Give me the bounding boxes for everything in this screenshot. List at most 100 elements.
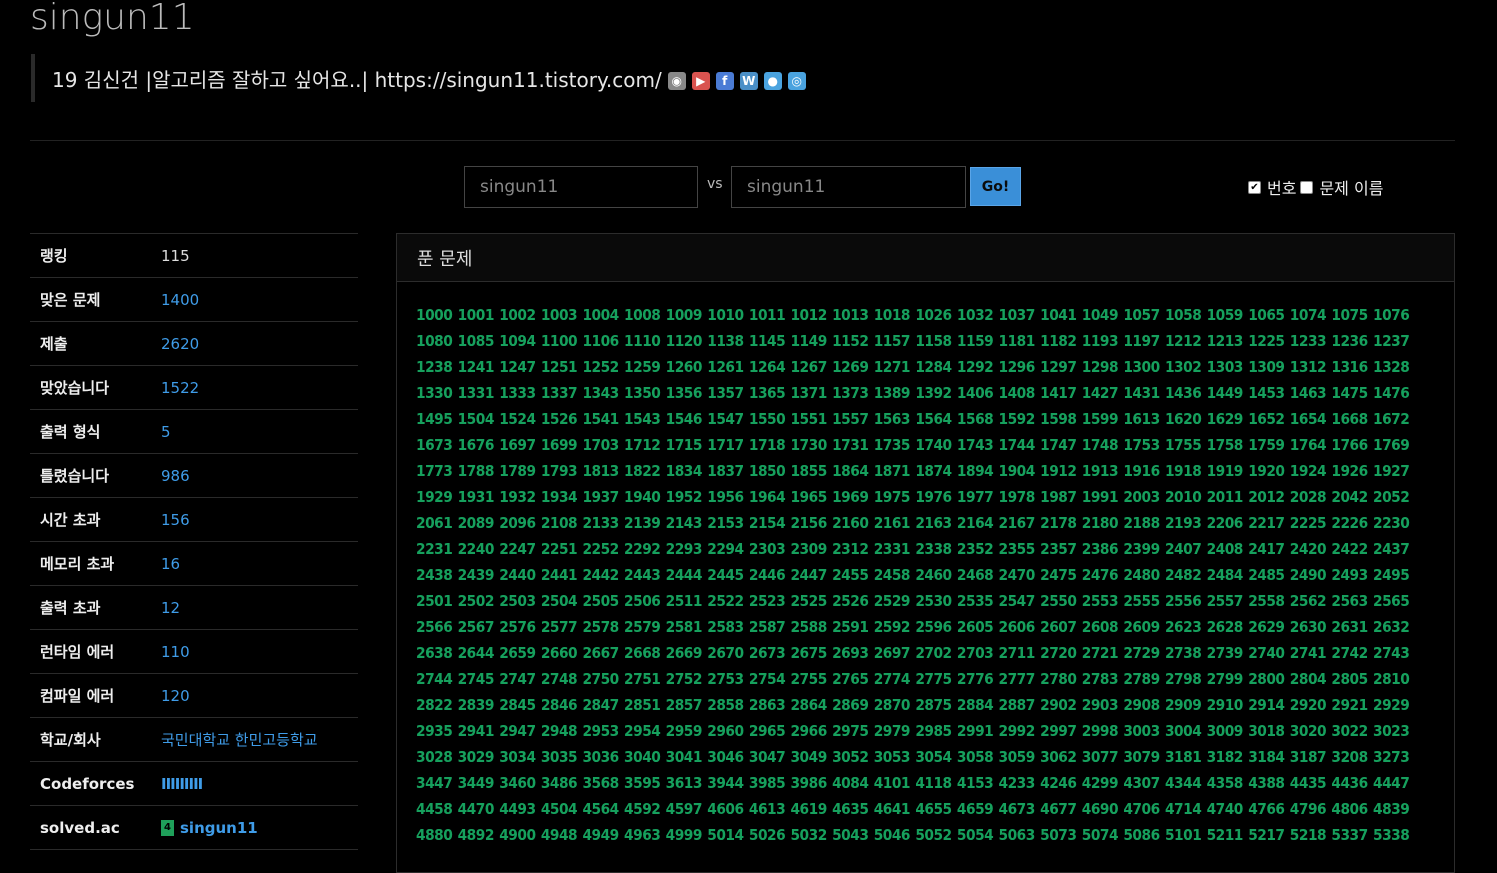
problem-link[interactable]: 2992 — [999, 722, 1036, 740]
problem-link[interactable]: 2910 — [1207, 696, 1244, 714]
problem-link[interactable]: 1284 — [915, 358, 952, 376]
problem-link[interactable]: 2530 — [915, 592, 952, 610]
problem-link[interactable]: 2583 — [707, 618, 744, 636]
problem-link[interactable]: 1110 — [624, 332, 661, 350]
problem-link[interactable]: 2438 — [416, 566, 453, 584]
problem-link[interactable]: 3182 — [1207, 748, 1244, 766]
problem-link[interactable]: 1259 — [624, 358, 661, 376]
problem-link[interactable]: 3985 — [749, 774, 786, 792]
problem-link[interactable]: 2226 — [1331, 514, 1368, 532]
problem-link[interactable]: 2535 — [957, 592, 994, 610]
problem-link[interactable]: 1309 — [1248, 358, 1285, 376]
problem-link[interactable]: 2997 — [1040, 722, 1077, 740]
problem-link[interactable]: 5014 — [707, 826, 744, 844]
problem-link[interactable]: 2745 — [458, 670, 495, 688]
problem-link[interactable]: 3486 — [541, 774, 578, 792]
problem-link[interactable]: 2502 — [458, 592, 495, 610]
problem-link[interactable]: 4118 — [915, 774, 952, 792]
problem-link[interactable]: 2163 — [915, 514, 952, 532]
problem-link[interactable]: 2439 — [458, 566, 495, 584]
problem-link[interactable]: 2991 — [957, 722, 994, 740]
problem-link[interactable]: 2576 — [499, 618, 536, 636]
problem-link[interactable]: 2550 — [1040, 592, 1077, 610]
problem-link[interactable]: 3003 — [1123, 722, 1160, 740]
problem-link[interactable]: 2975 — [832, 722, 869, 740]
problem-link[interactable]: 1261 — [707, 358, 744, 376]
problem-link[interactable]: 4740 — [1207, 800, 1244, 818]
problem-link[interactable]: 1919 — [1207, 462, 1244, 480]
problem-link[interactable]: 1453 — [1248, 384, 1285, 402]
problem-link[interactable]: 1213 — [1207, 332, 1244, 350]
problem-link[interactable]: 1931 — [458, 488, 495, 506]
problem-link[interactable]: 4436 — [1331, 774, 1368, 792]
problem-link[interactable]: 1748 — [1082, 436, 1119, 454]
problem-link[interactable]: 1526 — [541, 410, 578, 428]
problem-link[interactable]: 1874 — [915, 462, 952, 480]
problem-link[interactable]: 2748 — [541, 670, 578, 688]
problem-link[interactable]: 2003 — [1123, 488, 1160, 506]
problem-link[interactable]: 2857 — [666, 696, 703, 714]
problem-link[interactable]: 4839 — [1373, 800, 1410, 818]
problem-link[interactable]: 2408 — [1207, 540, 1244, 558]
problem-link[interactable]: 1267 — [790, 358, 827, 376]
problem-link[interactable]: 1758 — [1207, 436, 1244, 454]
problem-link[interactable]: 1475 — [1331, 384, 1368, 402]
problem-link[interactable]: 2096 — [499, 514, 536, 532]
youtube-icon[interactable]: ▶ — [691, 72, 710, 90]
problem-link[interactable]: 2909 — [1165, 696, 1202, 714]
problem-link[interactable]: 1546 — [666, 410, 703, 428]
problem-link[interactable]: 1094 — [499, 332, 536, 350]
problem-link[interactable]: 2422 — [1331, 540, 1368, 558]
problem-link[interactable]: 2558 — [1248, 592, 1285, 610]
problem-link[interactable]: 2164 — [957, 514, 994, 532]
problem-link[interactable]: 1557 — [832, 410, 869, 428]
problem-link[interactable]: 2294 — [707, 540, 744, 558]
problem-link[interactable]: 1041 — [1040, 306, 1077, 324]
problem-link[interactable]: 5101 — [1165, 826, 1202, 844]
problem-link[interactable]: 2903 — [1082, 696, 1119, 714]
problem-link[interactable]: 1550 — [749, 410, 786, 428]
problem-link[interactable]: 1855 — [790, 462, 827, 480]
problem-link[interactable]: 2822 — [416, 696, 453, 714]
problem-link[interactable]: 2851 — [624, 696, 661, 714]
problem-link[interactable]: 2562 — [1290, 592, 1327, 610]
problem-link[interactable]: 1182 — [1040, 332, 1077, 350]
problem-link[interactable]: 2659 — [499, 644, 536, 662]
problem-link[interactable]: 1912 — [1040, 462, 1077, 480]
problem-link[interactable]: 1564 — [915, 410, 952, 428]
problem-link[interactable]: 1978 — [999, 488, 1036, 506]
problem-link[interactable]: 2935 — [416, 722, 453, 740]
problem-link[interactable]: 1463 — [1290, 384, 1327, 402]
problem-link[interactable]: 1712 — [624, 436, 661, 454]
problem-link[interactable]: 3009 — [1207, 722, 1244, 740]
problem-link[interactable]: 3004 — [1165, 722, 1202, 740]
problem-link[interactable]: 1620 — [1165, 410, 1202, 428]
problem-link[interactable]: 2632 — [1373, 618, 1410, 636]
problem-link[interactable]: 1145 — [749, 332, 786, 350]
problem-link[interactable]: 4714 — [1165, 800, 1202, 818]
problem-link[interactable]: 1049 — [1082, 306, 1119, 324]
problem-link[interactable]: 1759 — [1248, 436, 1285, 454]
problem-link[interactable]: 3079 — [1123, 748, 1160, 766]
problem-link[interactable]: 3447 — [416, 774, 453, 792]
problem-link[interactable]: 2870 — [874, 696, 911, 714]
problem-link[interactable]: 1991 — [1082, 488, 1119, 506]
problem-link[interactable]: 2739 — [1207, 644, 1244, 662]
problem-link[interactable]: 4470 — [458, 800, 495, 818]
problem-link[interactable]: 1924 — [1290, 462, 1327, 480]
problem-link[interactable]: 1008 — [624, 306, 661, 324]
problem-link[interactable]: 1013 — [832, 306, 869, 324]
problem-link[interactable]: 2460 — [915, 566, 952, 584]
problem-link[interactable]: 1929 — [416, 488, 453, 506]
problem-link[interactable]: 2775 — [915, 670, 952, 688]
problem-link[interactable]: 2482 — [1165, 566, 1202, 584]
problem-link[interactable]: 2605 — [957, 618, 994, 636]
problem-link[interactable]: 2628 — [1207, 618, 1244, 636]
problem-link[interactable]: 3052 — [832, 748, 869, 766]
problem-link[interactable]: 2143 — [666, 514, 703, 532]
problem-link[interactable]: 4344 — [1165, 774, 1202, 792]
problem-link[interactable]: 2776 — [957, 670, 994, 688]
problem-link[interactable]: 2629 — [1248, 618, 1285, 636]
problem-link[interactable]: 4900 — [499, 826, 536, 844]
problem-link[interactable]: 3058 — [957, 748, 994, 766]
